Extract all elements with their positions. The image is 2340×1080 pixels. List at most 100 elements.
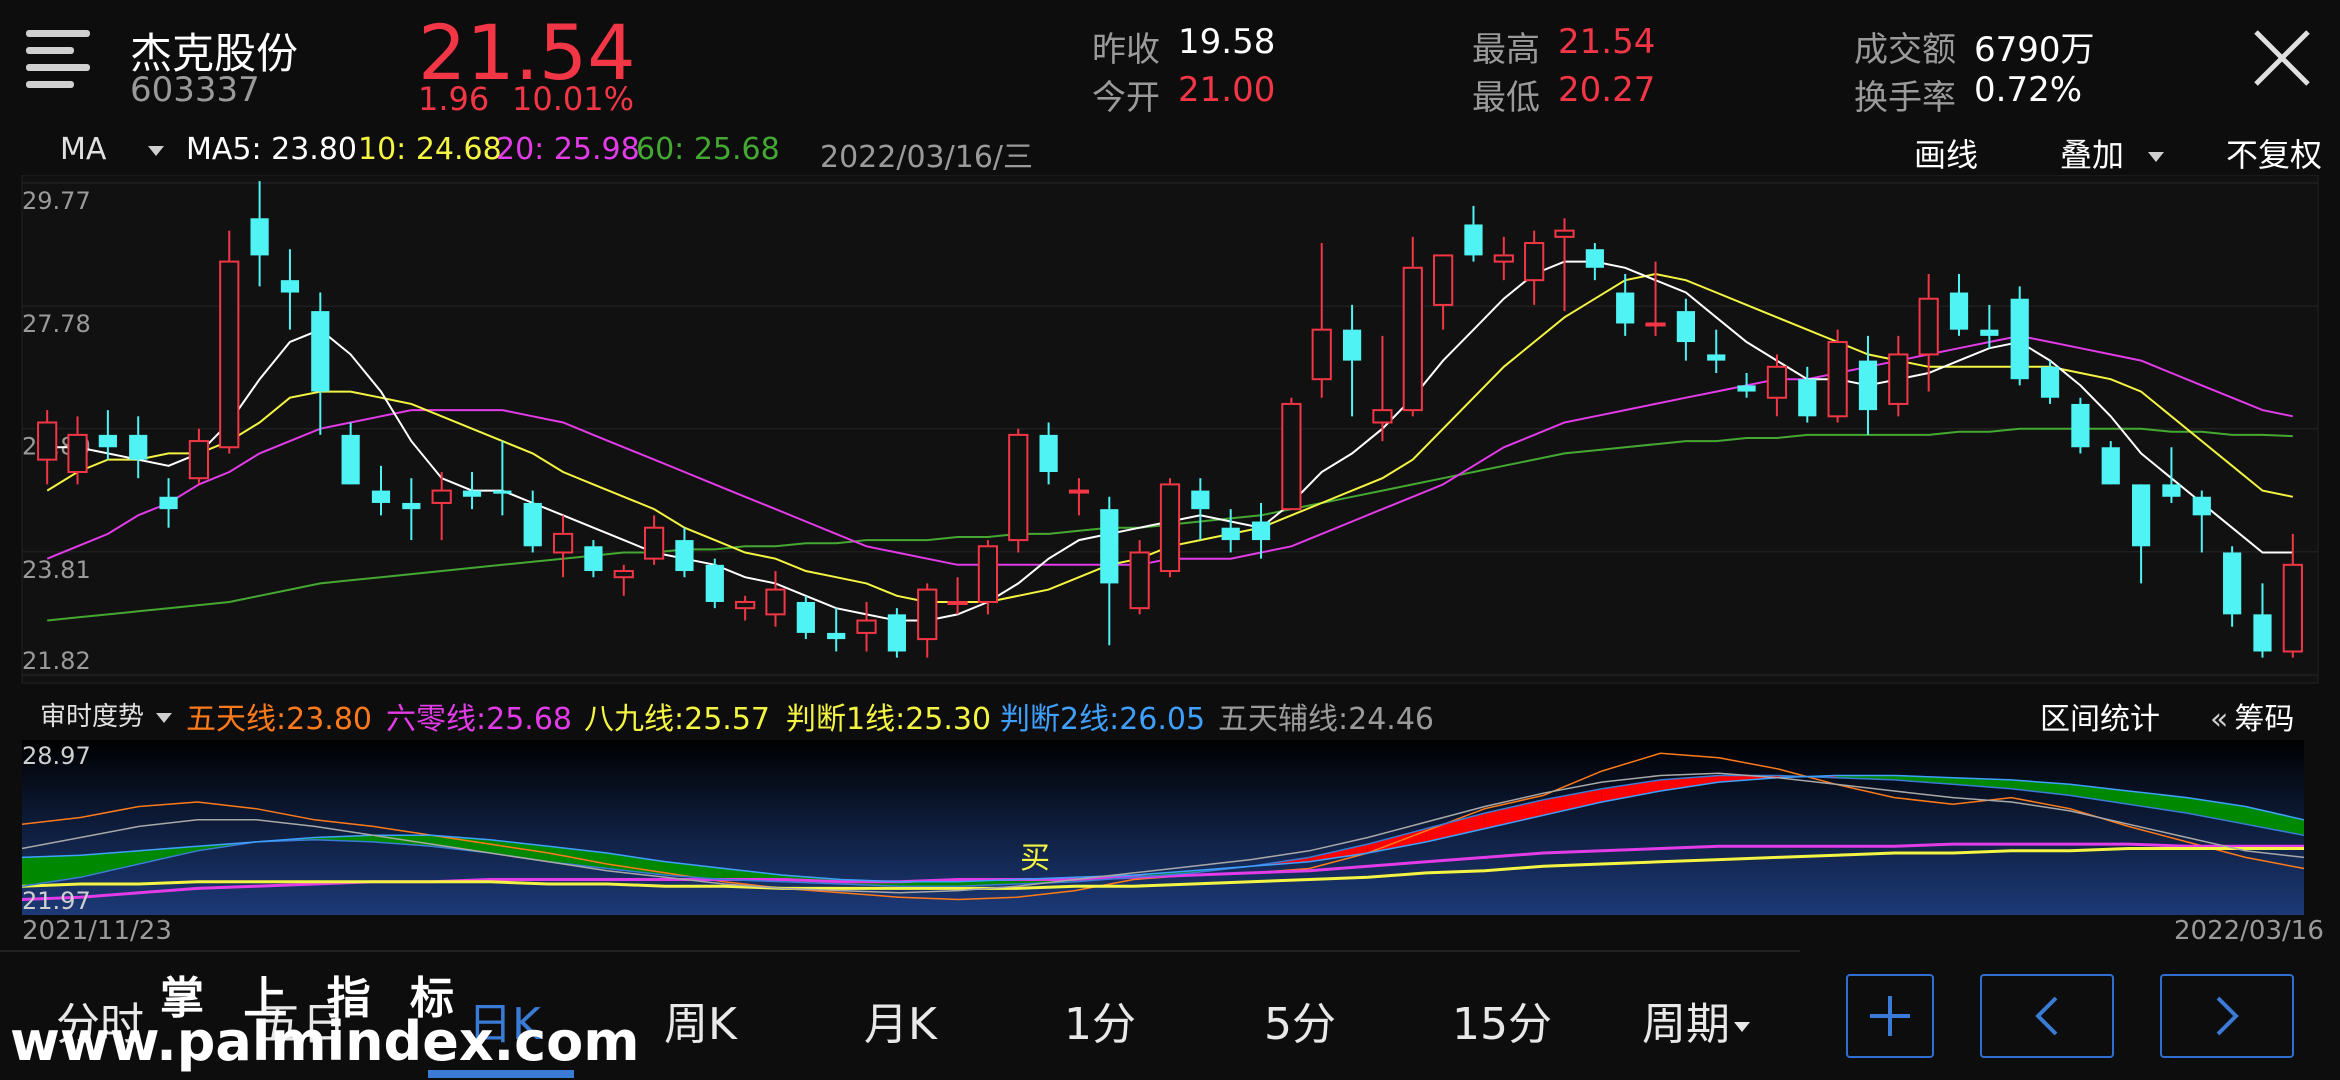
- ma60-value: 60: 25.68: [636, 132, 780, 167]
- overlay-label: 叠加: [2060, 136, 2125, 174]
- y-tick-label: 29.77: [22, 187, 91, 215]
- indicator-chart[interactable]: 28.97 21.97 买: [0, 740, 2340, 915]
- candle-body: [1858, 360, 1878, 411]
- candle-body: [856, 619, 877, 634]
- candle-body: [827, 632, 846, 640]
- sub-line1: 五天线:23.80: [186, 702, 372, 737]
- sub-line5: 判断2线:26.05: [1000, 702, 1206, 737]
- candle-body: [2040, 366, 2060, 398]
- candle-body: [1524, 242, 1545, 282]
- candle-body: [765, 588, 786, 616]
- volume-value: 6790万: [1974, 30, 2095, 70]
- watermark-url: www.palmindex.com: [10, 1010, 640, 1073]
- high-value: 21.54: [1558, 22, 1656, 62]
- candle-body: [1707, 354, 1726, 361]
- candle-body: [584, 546, 603, 572]
- date-range-start: 2021/11/23: [22, 916, 172, 946]
- candle-body: [705, 564, 724, 602]
- candle: [2071, 397, 2090, 454]
- candle-body: [371, 490, 391, 503]
- sub-line2: 六零线:25.68: [386, 702, 572, 737]
- candle-body: [1221, 527, 1240, 541]
- candle-body: [1493, 254, 1514, 263]
- sub-line3: 八九线:25.57: [584, 702, 770, 737]
- tab-monthly-k[interactable]: 月K: [864, 988, 937, 1052]
- overlay-button[interactable]: 叠加: [2060, 130, 2165, 176]
- candle-body: [523, 502, 542, 547]
- menu-icon[interactable]: [26, 30, 90, 90]
- tab-1min[interactable]: 1分: [1064, 988, 1136, 1052]
- y-tick-label: 21.82: [22, 647, 91, 675]
- chevron-right-icon: [2216, 996, 2239, 1036]
- candle-body: [1191, 490, 1210, 510]
- candle-body: [250, 218, 269, 256]
- tab-weekly-k[interactable]: 周K: [664, 988, 737, 1052]
- range-stat-button[interactable]: 区间统计: [2040, 694, 2160, 738]
- close-icon[interactable]: [2252, 28, 2312, 88]
- add-button[interactable]: [1846, 974, 1934, 1058]
- chips-button[interactable]: «筹码: [2210, 694, 2294, 738]
- candle-body: [675, 540, 694, 572]
- turnover-value: 0.72%: [1974, 70, 2083, 110]
- candle-body: [159, 496, 178, 510]
- candle-body: [1281, 402, 1302, 511]
- candle-body: [1433, 254, 1454, 306]
- candle-body: [1039, 434, 1058, 473]
- candle-body: [887, 614, 906, 652]
- candle-body: [2010, 298, 2029, 380]
- sub-indicator-select[interactable]: 审时度势: [40, 696, 173, 733]
- prev-close-value: 19.58: [1178, 22, 1276, 62]
- candle: [796, 595, 815, 640]
- candle-body: [98, 434, 117, 448]
- candle-body: [1585, 249, 1604, 268]
- chevron-down-icon: [2148, 152, 2165, 162]
- volume-label: 成交额: [1854, 30, 1956, 70]
- candle-body: [1372, 409, 1393, 424]
- candle-body: [341, 434, 360, 485]
- candle-body: [219, 260, 240, 449]
- y-tick-label: 23.81: [22, 556, 91, 584]
- candle-body: [2162, 484, 2181, 497]
- next-button[interactable]: [2160, 974, 2294, 1058]
- candle-body: [2071, 403, 2090, 448]
- prev-button[interactable]: [1980, 974, 2114, 1058]
- stock-code: 603337: [130, 70, 260, 110]
- y-tick-label: 27.78: [22, 310, 91, 338]
- price-change: 1.96: [418, 80, 490, 118]
- kline-chart[interactable]: 29.7727.7825.8023.8121.82: [0, 175, 2340, 685]
- candle-body: [1251, 521, 1271, 541]
- candle-body: [1464, 224, 1483, 256]
- y-tick-label: 28.97: [22, 742, 91, 770]
- draw-line-button[interactable]: 画线: [1914, 130, 1978, 176]
- open-label: 今开: [1092, 78, 1160, 118]
- candle-body: [2223, 552, 2242, 615]
- buy-signal-label: 买: [1020, 841, 1050, 876]
- candle-body: [1008, 433, 1029, 542]
- candle-body: [1980, 329, 1999, 336]
- candle: [1008, 428, 1029, 553]
- adjust-button[interactable]: 不复权: [2226, 130, 2322, 176]
- ma10-value: 10: 24.68: [358, 132, 502, 167]
- ma5-value: MA5: 23.80: [186, 132, 358, 167]
- candle-body: [1888, 353, 1909, 405]
- candle-body: [1159, 483, 1181, 573]
- sub-line6: 五天辅线:24.46: [1218, 702, 1434, 737]
- candle-body: [2282, 563, 2303, 653]
- candle: [705, 558, 724, 609]
- candle-body: [1645, 322, 1666, 327]
- turnover-label: 换手率: [1854, 78, 1956, 118]
- tab-15min[interactable]: 15分: [1452, 988, 1552, 1052]
- tab-period[interactable]: 周期: [1642, 988, 1750, 1052]
- tab-5min[interactable]: 5分: [1264, 988, 1336, 1052]
- sub-indicator-name: 审时度势: [40, 702, 145, 732]
- candle-body: [431, 489, 452, 504]
- candle-body: [1798, 379, 1817, 417]
- ma-select[interactable]: MA: [60, 132, 165, 167]
- candle: [887, 608, 906, 658]
- open-value: 21.00: [1178, 70, 1276, 110]
- candle-body: [280, 280, 300, 293]
- candle-body: [796, 601, 815, 633]
- candle-body: [552, 532, 574, 554]
- candle: [1827, 329, 1848, 423]
- candle-body: [2192, 496, 2211, 516]
